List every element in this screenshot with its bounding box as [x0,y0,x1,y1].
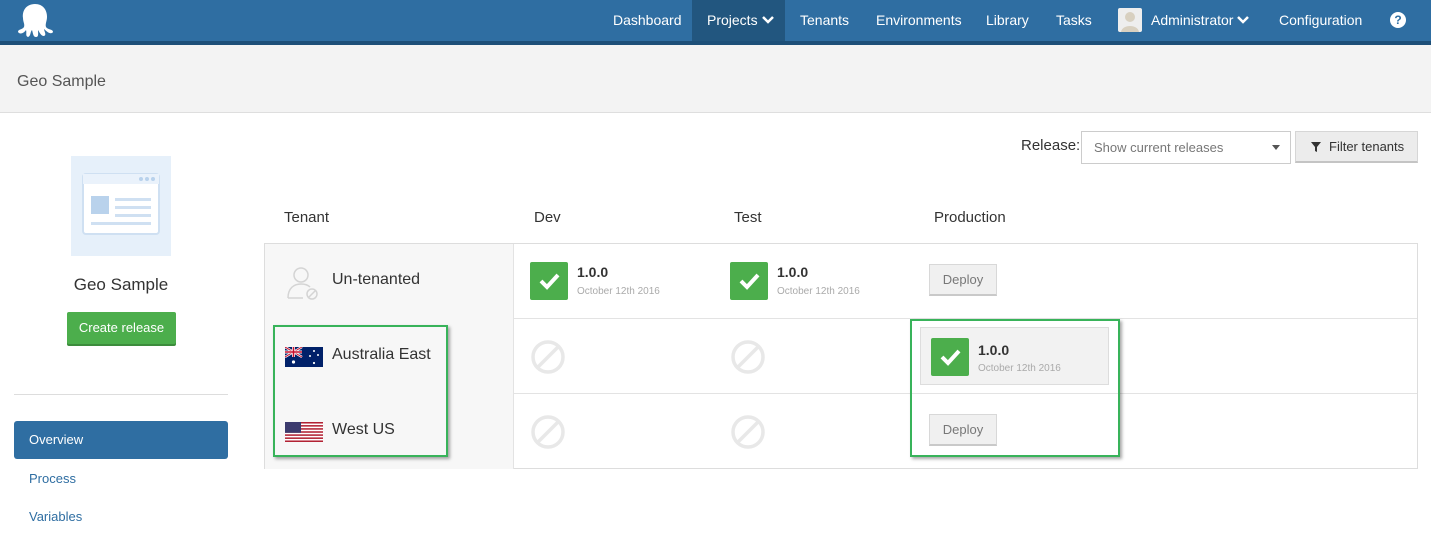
not-applicable-icon [531,415,565,449]
column-header-dev: Dev [534,209,561,226]
nav-environments[interactable]: Environments [861,0,977,41]
nav-projects-label: Projects [707,12,758,28]
nav-configuration[interactable]: Configuration [1264,0,1377,41]
nav-tenants[interactable]: Tenants [785,0,864,41]
release-version[interactable]: 1.0.0 [577,264,608,280]
table-row: Un-tenanted 1.0.0 October 12th 2016 1.0.… [265,244,1417,319]
success-check-icon[interactable] [730,262,768,300]
deploy-button[interactable]: Deploy [929,264,997,296]
nav-administrator[interactable]: Administrator [1136,0,1264,41]
not-applicable-icon [731,340,765,374]
tenant-name: Un-tenanted [332,271,421,288]
project-placeholder-icon [82,173,160,235]
nav-tasks[interactable]: Tasks [1041,0,1107,41]
release-label: Release: [1021,137,1081,154]
release-date: October 12th 2016 [577,286,660,297]
not-applicable-icon [531,340,565,374]
release-select[interactable]: Show current releases [1081,131,1291,164]
column-header-test: Test [734,209,762,226]
release-select-value: Show current releases [1094,140,1224,155]
chevron-down-icon [761,16,774,25]
octopus-logo-icon[interactable] [16,2,54,38]
project-name: Geo Sample [73,275,169,294]
help-icon[interactable]: ? [1390,12,1406,28]
column-header-production: Production [934,209,1006,226]
tenant-cell[interactable]: Un-tenanted [265,244,514,319]
sidebar-item-overview[interactable]: Overview [14,421,228,459]
page-title: Geo Sample [17,73,106,90]
nav-administrator-label: Administrator [1151,12,1234,28]
top-nav: Dashboard Projects Tenants Environments … [0,0,1431,41]
sidebar-divider [14,394,228,395]
nav-projects[interactable]: Projects [692,0,785,41]
release-version[interactable]: 1.0.0 [777,264,808,280]
production-highlight-box [910,319,1120,457]
release-date: October 12th 2016 [777,286,860,297]
nav-library[interactable]: Library [971,0,1044,41]
page-header: Geo Sample [0,45,1431,113]
caret-down-icon [1272,145,1280,150]
untenanted-user-icon [287,267,318,300]
create-release-button[interactable]: Create release [67,312,176,344]
tenant-highlight-box [273,325,448,457]
nav-dashboard[interactable]: Dashboard [598,0,697,41]
sidebar-item-process[interactable]: Process [14,460,228,498]
not-applicable-icon [731,415,765,449]
sidebar-item-variables[interactable]: Variables [14,498,228,536]
filter-tenants-button[interactable]: Filter tenants [1295,131,1418,163]
filter-tenants-label: Filter tenants [1329,139,1405,154]
column-header-tenant: Tenant [284,209,330,226]
success-check-icon[interactable] [530,262,568,300]
chevron-down-icon [1237,16,1250,25]
project-logo [71,156,171,256]
filter-icon [1311,142,1321,152]
